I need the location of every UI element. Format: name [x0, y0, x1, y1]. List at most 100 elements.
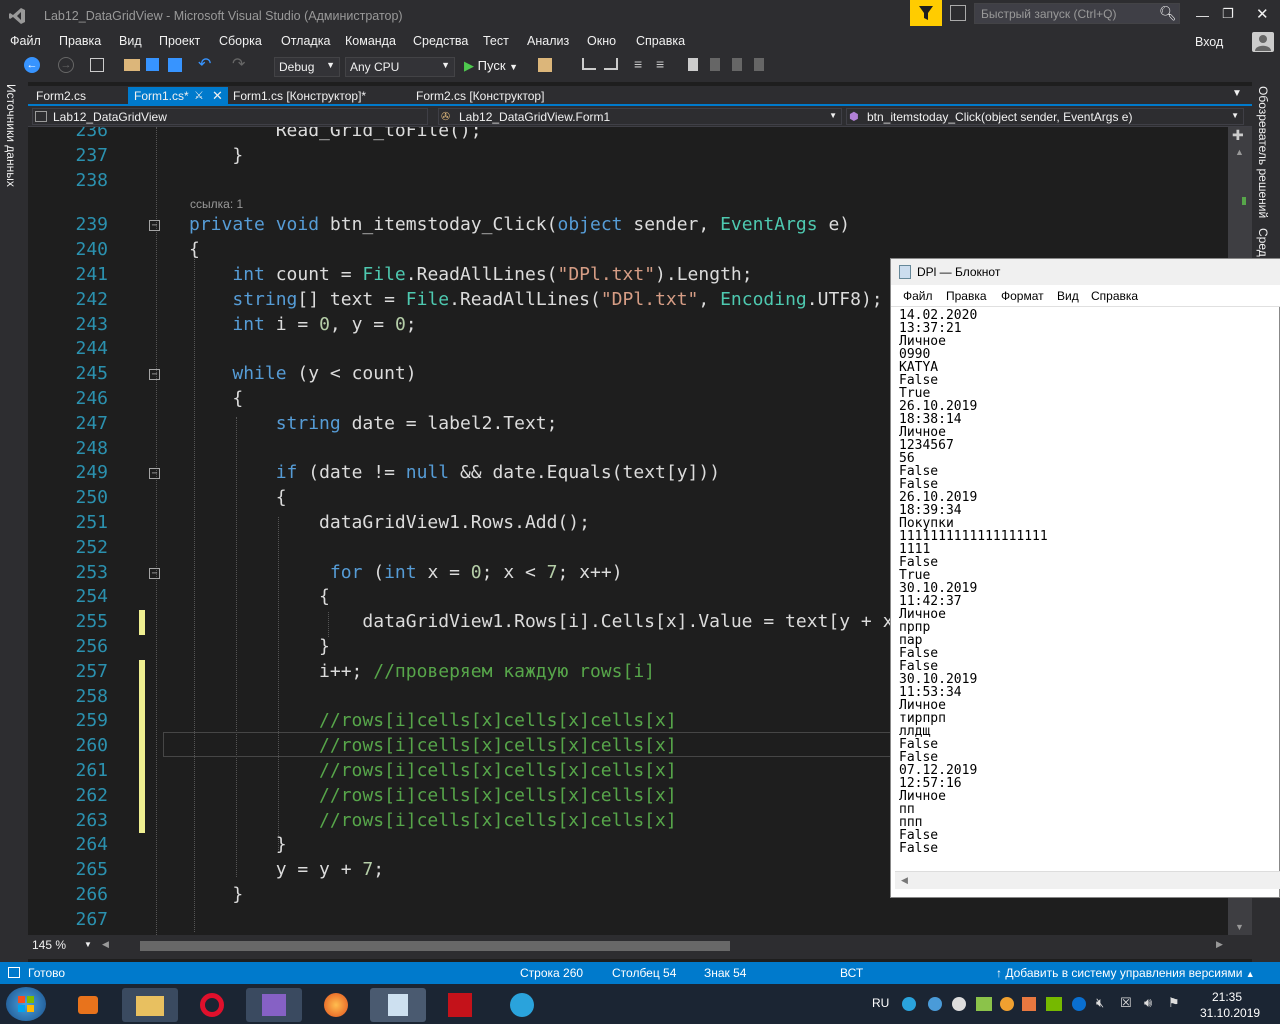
- tray-e-icon[interactable]: [928, 997, 942, 1011]
- vcs-button[interactable]: ↑ Добавить в систему управления версиями…: [996, 966, 1255, 980]
- notepad-taskbar-icon[interactable]: [370, 988, 426, 1022]
- platform-dropdown[interactable]: Any CPU ▼: [345, 57, 455, 77]
- media-player-icon[interactable]: [60, 988, 116, 1022]
- zoom-dropdown[interactable]: 145 % ▼: [32, 938, 92, 955]
- attach-icon[interactable]: [538, 58, 552, 72]
- start-button[interactable]: [6, 987, 46, 1021]
- scroll-left-icon[interactable]: ◀: [901, 875, 908, 886]
- class-dropdown[interactable]: ✇ Lab12_DataGridView.Form1 ▼: [438, 108, 842, 125]
- bookmark-next-icon[interactable]: [732, 58, 742, 71]
- clock-date[interactable]: 31.10.2019: [1200, 1006, 1260, 1020]
- volume-icon[interactable]: 🔊︎: [1144, 995, 1152, 1011]
- telegram-icon[interactable]: [494, 988, 550, 1022]
- bookmark-clear-icon[interactable]: [754, 58, 764, 71]
- notepad-title-bar[interactable]: DPl — Блокнот: [891, 259, 1280, 285]
- collapse-icon[interactable]: −: [149, 220, 160, 232]
- tray-signal-icon[interactable]: [976, 997, 992, 1011]
- notepad-menu-format[interactable]: Формат: [1001, 289, 1044, 303]
- tray-speaker-muted-icon[interactable]: 🔇︎: [1096, 995, 1104, 1011]
- undo-icon[interactable]: ↶: [198, 54, 211, 74]
- code-line[interactable]: 236 Read_Grid_toFile();: [28, 127, 1228, 144]
- chevron-down-icon[interactable]: ▼: [1232, 88, 1242, 99]
- notepad-menu-file[interactable]: Файл: [903, 289, 933, 303]
- pin-icon[interactable]: ⚔︎: [194, 89, 204, 102]
- firefox-icon[interactable]: [308, 988, 364, 1022]
- acrobat-icon[interactable]: [432, 988, 488, 1022]
- horizontal-scroll-thumb[interactable]: [140, 941, 730, 951]
- code-line[interactable]: 238: [28, 169, 1228, 194]
- collapse-icon[interactable]: −: [149, 468, 160, 480]
- collapse-icon[interactable]: −: [149, 369, 160, 381]
- code-line[interactable]: 239 − private void btn_itemstoday_Click(ob…: [28, 213, 1228, 238]
- telegram-tray-icon[interactable]: [902, 997, 916, 1011]
- code-line[interactable]: 267: [28, 908, 1228, 933]
- step-over-icon[interactable]: [604, 58, 618, 70]
- bookmark-prev-icon[interactable]: [710, 58, 720, 71]
- close-button[interactable]: ✕: [1256, 5, 1269, 23]
- save-icon[interactable]: [146, 58, 159, 71]
- clock-time[interactable]: 21:35: [1212, 990, 1242, 1004]
- redo-icon[interactable]: ↷: [232, 54, 245, 74]
- scroll-down-icon[interactable]: ▼: [1235, 922, 1244, 932]
- back-icon[interactable]: ←: [24, 57, 40, 73]
- tab-form1-designer[interactable]: Form1.cs [Конструктор]*: [227, 87, 372, 105]
- split-icon[interactable]: ✚: [1232, 127, 1244, 144]
- search-icon[interactable]: 🔍︎: [1159, 5, 1177, 22]
- tab-form1-cs[interactable]: Form1.cs* ⚔︎ ✕: [128, 87, 228, 105]
- notepad-menu-view[interactable]: Вид: [1057, 289, 1079, 303]
- menu-build[interactable]: Сборка: [219, 34, 262, 48]
- tray-c-icon[interactable]: [952, 997, 966, 1011]
- menu-analyze[interactable]: Анализ: [527, 34, 569, 48]
- data-sources-tab[interactable]: Источники данных: [4, 84, 26, 194]
- menu-view[interactable]: Вид: [119, 34, 142, 48]
- avatar[interactable]: [1252, 32, 1274, 52]
- step-icon[interactable]: [582, 58, 596, 70]
- member-dropdown[interactable]: ⬢ btn_itemstoday_Click(object sender, Ev…: [846, 108, 1244, 125]
- quick-launch-box[interactable]: Быстрый запуск (Ctrl+Q) 🔍︎: [974, 3, 1180, 24]
- bookmark-icon[interactable]: [688, 58, 698, 71]
- visual-studio-icon[interactable]: [246, 988, 302, 1022]
- close-icon[interactable]: ✕: [212, 88, 223, 104]
- tab-form2-cs[interactable]: Form2.cs: [30, 87, 92, 105]
- feedback-icon[interactable]: [910, 0, 942, 26]
- open-folder-icon[interactable]: [124, 59, 140, 71]
- outdent-icon[interactable]: ≡: [656, 56, 664, 72]
- tray-app-icon[interactable]: [1022, 997, 1036, 1011]
- minimize-button[interactable]: —: [1196, 8, 1209, 23]
- notepad-menu-help[interactable]: Справка: [1091, 289, 1138, 303]
- indent-icon[interactable]: ≡: [634, 56, 642, 72]
- run-button[interactable]: ▶ Пуск ▼: [464, 58, 518, 74]
- opera-icon[interactable]: [184, 988, 240, 1022]
- menu-window[interactable]: Окно: [587, 34, 616, 48]
- nvidia-icon[interactable]: [1046, 997, 1062, 1011]
- scroll-right-icon[interactable]: ▶: [1216, 939, 1223, 950]
- scroll-left-icon[interactable]: ◀: [102, 939, 109, 950]
- menu-project[interactable]: Проект: [159, 34, 200, 48]
- solution-explorer-tab[interactable]: Обозреватель решений: [1256, 86, 1278, 222]
- menu-tools[interactable]: Средства: [413, 34, 468, 48]
- menu-edit[interactable]: Правка: [59, 34, 101, 48]
- scroll-up-icon[interactable]: ▲: [1235, 147, 1244, 157]
- network-icon[interactable]: ☒: [1120, 995, 1132, 1011]
- notepad-horizontal-scrollbar[interactable]: ◀: [895, 871, 1280, 889]
- config-dropdown[interactable]: Debug ▼: [274, 57, 340, 77]
- menu-help[interactable]: Справка: [636, 34, 685, 48]
- menu-test[interactable]: Тест: [483, 34, 509, 48]
- codelens-references[interactable]: ссылка: 1: [190, 197, 243, 211]
- notepad-text-area[interactable]: 14.02.2020 13:37:21 Личное 0990 KATYA Fa…: [899, 309, 1271, 869]
- notepad-window[interactable]: DPl — Блокнот Файл Правка Формат Вид Спр…: [890, 258, 1280, 898]
- collapse-icon[interactable]: −: [149, 567, 160, 579]
- action-center-icon[interactable]: ⚑: [1168, 995, 1180, 1011]
- live-share-icon[interactable]: [950, 5, 966, 21]
- restore-button[interactable]: ❐: [1222, 6, 1234, 22]
- output-icon[interactable]: [8, 967, 20, 978]
- menu-file[interactable]: Файл: [10, 34, 41, 48]
- save-all-icon[interactable]: [168, 58, 182, 72]
- new-project-icon[interactable]: [90, 58, 104, 72]
- notepad-menu-edit[interactable]: Правка: [946, 289, 987, 303]
- quick-launch-input[interactable]: Быстрый запуск (Ctrl+Q): [981, 7, 1116, 21]
- forward-icon[interactable]: →: [58, 57, 74, 73]
- tab-form2-designer[interactable]: Form2.cs [Конструктор]: [410, 87, 550, 105]
- menu-debug[interactable]: Отладка: [281, 34, 330, 48]
- bluetooth-icon[interactable]: [1072, 997, 1086, 1011]
